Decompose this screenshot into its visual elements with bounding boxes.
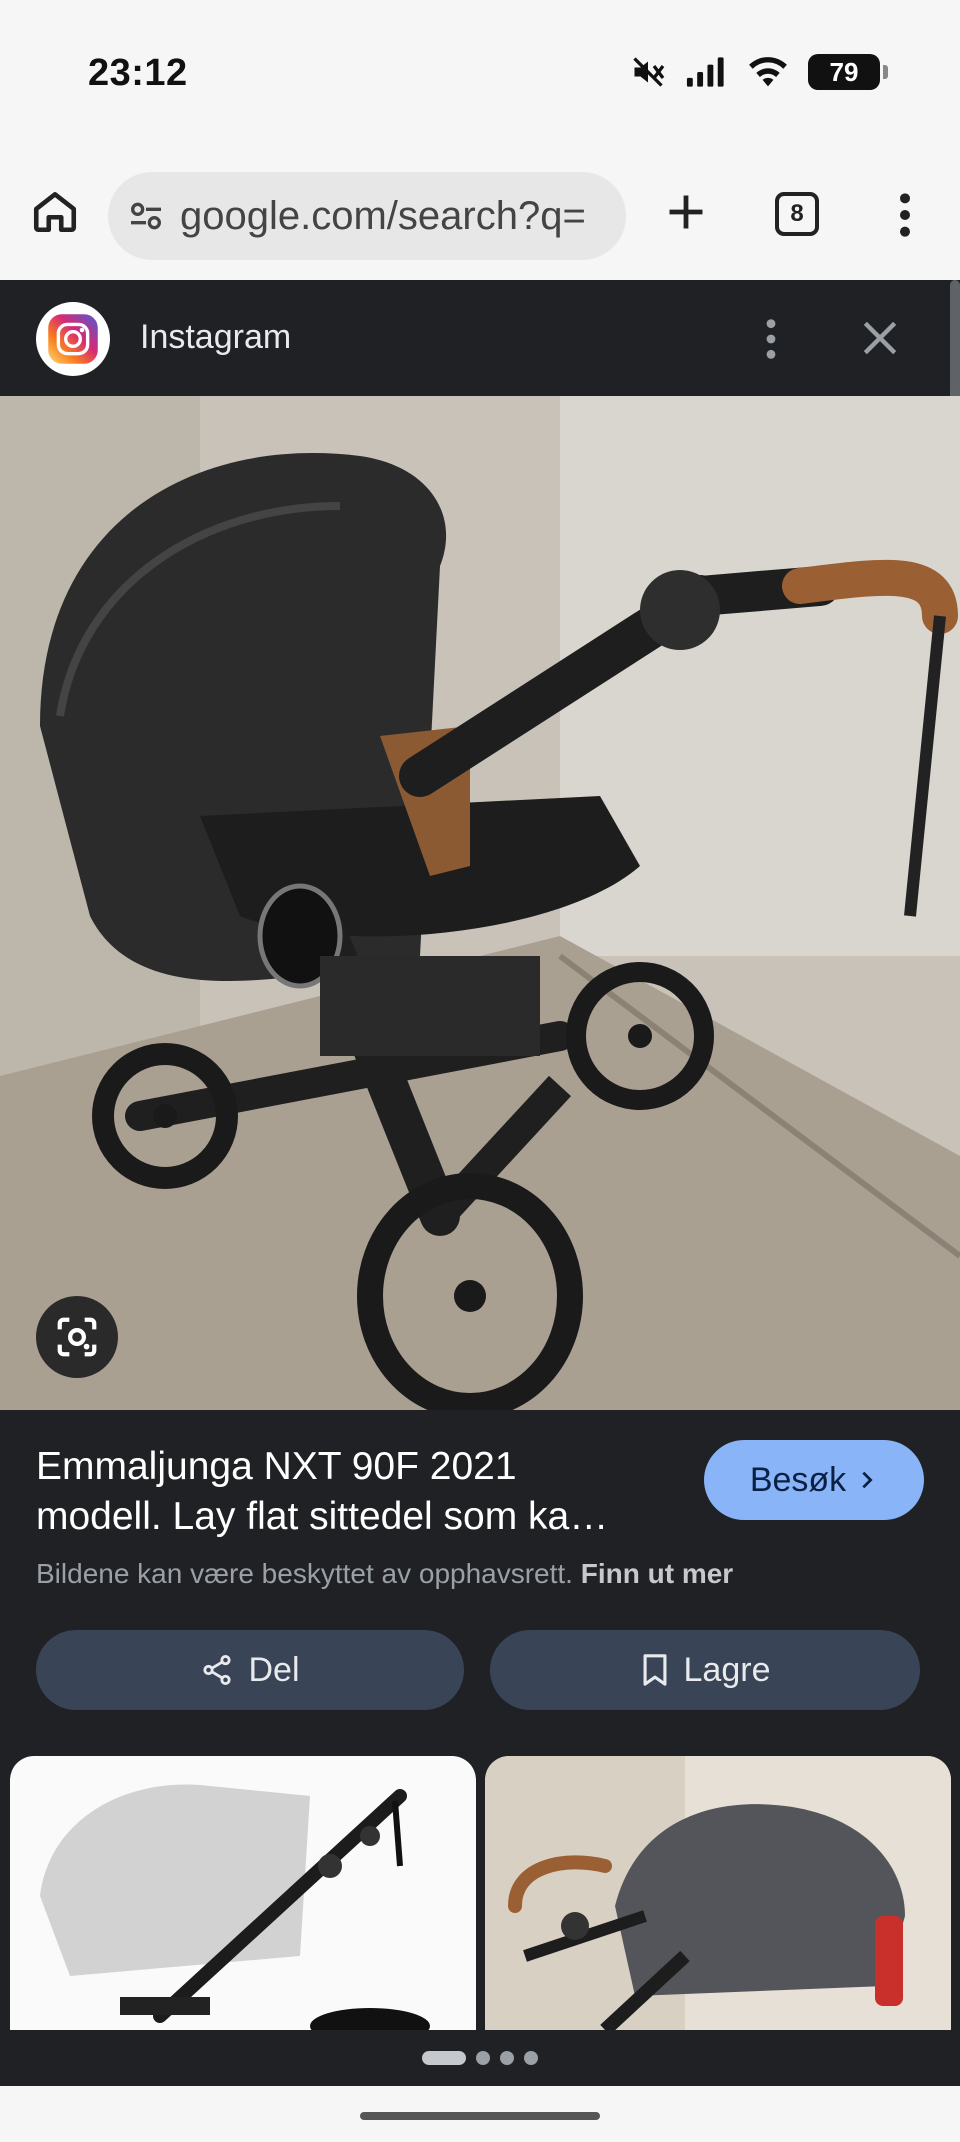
stroller-thumbnail-1 xyxy=(40,1784,430,2030)
battery-icon: 79 xyxy=(808,54,888,90)
stroller-thumbnail-2 xyxy=(485,1756,951,2030)
pager-dot-1[interactable] xyxy=(422,2051,466,2065)
pager-dot-2[interactable] xyxy=(476,2051,490,2065)
source-more-icon[interactable] xyxy=(758,316,784,362)
home-indicator[interactable] xyxy=(360,2112,600,2120)
copyright-notice: Bildene kan være beskyttet av opphavsret… xyxy=(36,1558,733,1590)
url-text: google.com/search?q= xyxy=(180,193,586,238)
learn-more-link[interactable]: Finn ut mer xyxy=(581,1558,733,1589)
google-lens-button[interactable] xyxy=(36,1296,118,1378)
image-viewer-panel: Instagram Emmaljunga NXT 90F 2021 modell… xyxy=(0,280,960,2030)
main-image-stroller[interactable] xyxy=(0,396,960,1410)
close-icon[interactable] xyxy=(858,316,902,360)
related-image-2[interactable] xyxy=(485,1756,951,2030)
signal-icon xyxy=(686,57,724,87)
pager-dot-3[interactable] xyxy=(500,2051,514,2065)
stroller-photo xyxy=(0,396,960,1410)
visit-button[interactable]: Besøk xyxy=(704,1440,924,1520)
result-title-line2: modell. Lay flat sittedel som ka… xyxy=(36,1495,609,1538)
related-images xyxy=(0,1756,960,2030)
home-icon[interactable] xyxy=(30,186,80,236)
status-bar: 23:12 79 xyxy=(0,0,960,150)
site-settings-icon[interactable] xyxy=(126,196,166,236)
new-tab-icon[interactable] xyxy=(664,190,708,234)
instagram-icon xyxy=(48,314,98,364)
instagram-logo xyxy=(36,302,110,376)
more-vert-icon[interactable] xyxy=(890,190,920,240)
share-button[interactable]: Del xyxy=(36,1630,464,1710)
system-nav-bar xyxy=(0,2086,960,2142)
address-bar[interactable]: google.com/search?q= xyxy=(108,172,626,260)
source-name[interactable]: Instagram xyxy=(140,318,291,357)
result-title-line1: Emmaljunga NXT 90F 2021 xyxy=(36,1445,517,1488)
visit-label: Besøk xyxy=(749,1460,847,1499)
wifi-icon xyxy=(749,57,787,87)
related-image-1[interactable] xyxy=(10,1756,476,2030)
status-icons: 79 xyxy=(630,54,888,90)
result-title[interactable]: Emmaljunga NXT 90F 2021 modell. Lay flat… xyxy=(36,1442,686,1542)
bookmark-icon xyxy=(643,1654,666,1686)
mute-icon xyxy=(633,57,665,87)
copyright-text: Bildene kan være beskyttet av opphavsret… xyxy=(36,1558,573,1589)
share-label: Del xyxy=(248,1650,300,1689)
pager-dot-4[interactable] xyxy=(524,2051,538,2065)
save-button[interactable]: Lagre xyxy=(490,1630,920,1710)
chevron-right-icon xyxy=(862,1471,873,1489)
tab-switcher-button[interactable]: 8 xyxy=(775,192,819,236)
share-icon xyxy=(203,1654,232,1686)
status-time: 23:12 xyxy=(88,52,188,94)
source-header: Instagram xyxy=(0,280,950,396)
image-pager xyxy=(0,2030,960,2086)
save-label: Lagre xyxy=(683,1650,771,1689)
lens-icon xyxy=(57,1317,97,1357)
browser-toolbar: google.com/search?q= 8 xyxy=(0,150,960,280)
